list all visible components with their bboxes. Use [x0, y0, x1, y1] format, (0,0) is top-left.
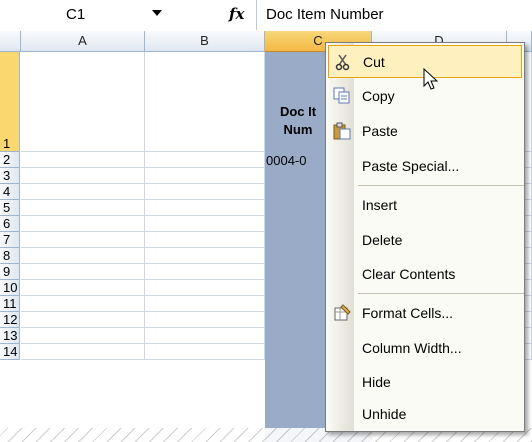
scissors-icon: [334, 53, 352, 71]
grid-cell[interactable]: [145, 200, 265, 216]
grid-cell[interactable]: [145, 232, 265, 248]
grid-cell[interactable]: [21, 232, 145, 248]
grid-cell[interactable]: [21, 216, 145, 232]
row-header-14[interactable]: 14: [0, 344, 20, 360]
row-header-13[interactable]: 13: [0, 328, 20, 344]
menu-item-paste-special-label: Paste Special...: [362, 158, 460, 174]
grid-cell[interactable]: [145, 264, 265, 280]
row-header-1[interactable]: 1: [0, 52, 20, 152]
menu-item-paste[interactable]: Paste: [328, 115, 522, 148]
grid-cell[interactable]: [21, 280, 145, 296]
grid-cell[interactable]: [21, 200, 145, 216]
copy-icon: [333, 87, 351, 105]
grid-cell[interactable]: [145, 52, 265, 152]
row-header-6[interactable]: 6: [0, 216, 20, 232]
grid-cell[interactable]: [21, 328, 145, 344]
menu-item-clear-contents[interactable]: Clear Contents: [328, 258, 522, 291]
cell-c1-line1: Doc It: [279, 104, 317, 119]
column-header-a[interactable]: A: [21, 31, 145, 52]
menu-item-cut-label: Cut: [363, 54, 385, 70]
menu-item-delete[interactable]: Delete: [328, 224, 522, 257]
menu-item-column-width-label: Column Width...: [362, 340, 462, 356]
row-header-8[interactable]: 8: [0, 248, 20, 264]
menu-item-format-cells-label: Format Cells...: [362, 305, 454, 321]
function-icon[interactable]: fx: [229, 5, 244, 23]
context-menu: Cut Copy Paste Paste Special... Insert D…: [325, 42, 525, 432]
grid-cell[interactable]: [145, 296, 265, 312]
row-header-9[interactable]: 9: [0, 264, 20, 280]
grid-cell[interactable]: [21, 264, 145, 280]
cell-c1[interactable]: Doc It Num: [268, 103, 328, 139]
formula-bar: C1 fx Doc Item Number: [0, 0, 532, 31]
menu-item-delete-label: Delete: [362, 232, 403, 248]
menu-item-unhide[interactable]: Unhide: [328, 398, 522, 431]
menu-separator: [358, 293, 524, 294]
cell-c2[interactable]: 0004-0: [266, 153, 306, 168]
grid-cell[interactable]: [21, 344, 145, 360]
menu-item-copy-label: Copy: [362, 88, 395, 104]
grid-cell[interactable]: [145, 248, 265, 264]
menu-item-hide-label: Hide: [362, 374, 391, 390]
menu-item-hide[interactable]: Hide: [328, 366, 522, 399]
row-header-5[interactable]: 5: [0, 200, 20, 216]
grid-cell[interactable]: [145, 344, 265, 360]
grid-cell[interactable]: [145, 152, 265, 168]
grid-cell[interactable]: [21, 152, 145, 168]
mouse-pointer-icon: [423, 67, 439, 97]
grid-cell[interactable]: [145, 280, 265, 296]
grid-cell[interactable]: [21, 52, 145, 152]
row-header-4[interactable]: 4: [0, 184, 20, 200]
menu-item-format-cells[interactable]: Format Cells...: [328, 297, 522, 330]
cell-c1-line2: Num: [283, 122, 313, 137]
formula-input[interactable]: Doc Item Number: [266, 6, 384, 23]
grid-cell[interactable]: [21, 296, 145, 312]
menu-item-insert-label: Insert: [362, 197, 398, 213]
grid-cell[interactable]: [21, 248, 145, 264]
menu-item-column-width[interactable]: Column Width...: [328, 332, 522, 365]
grid-cell[interactable]: [21, 312, 145, 328]
row-header-3[interactable]: 3: [0, 168, 20, 184]
menu-item-insert[interactable]: Insert: [328, 189, 522, 222]
grid-cell[interactable]: [145, 168, 265, 184]
grid-cell[interactable]: [145, 312, 265, 328]
grid-cell[interactable]: [145, 216, 265, 232]
column-header-b[interactable]: B: [145, 31, 265, 52]
grid-cell[interactable]: [145, 328, 265, 344]
name-box-value: C1: [66, 6, 86, 23]
grid-cell[interactable]: [21, 168, 145, 184]
row-header-11[interactable]: 11: [0, 296, 20, 312]
chevron-down-icon[interactable]: [152, 10, 162, 16]
menu-item-paste-label: Paste: [362, 123, 398, 139]
paste-icon: [333, 122, 351, 140]
format-cells-icon: [333, 304, 351, 322]
menu-item-clear-contents-label: Clear Contents: [362, 266, 456, 282]
row-header-12[interactable]: 12: [0, 312, 20, 328]
name-box[interactable]: C1 fx: [0, 0, 257, 30]
menu-item-paste-special[interactable]: Paste Special...: [328, 150, 522, 183]
row-header-7[interactable]: 7: [0, 232, 20, 248]
row-header-2[interactable]: 2: [0, 152, 20, 168]
select-all-corner[interactable]: [0, 31, 21, 52]
menu-separator: [358, 185, 524, 186]
menu-item-unhide-label: Unhide: [362, 406, 407, 422]
grid-cell[interactable]: [145, 184, 265, 200]
row-header-10[interactable]: 10: [0, 280, 20, 296]
grid-cell[interactable]: [21, 184, 145, 200]
